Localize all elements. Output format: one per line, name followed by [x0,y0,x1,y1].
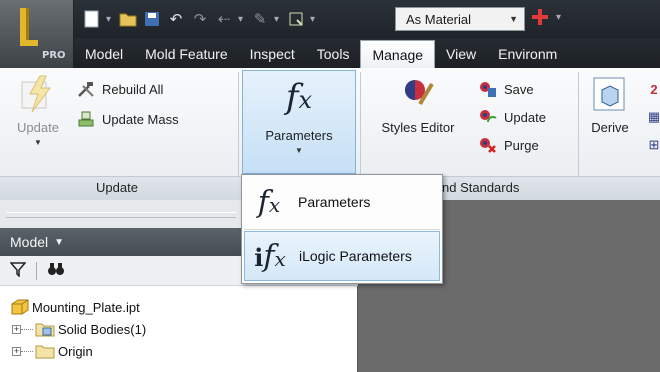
scale-icon [76,109,96,129]
partial-tool-2[interactable]: ▦ [644,106,660,128]
redo-icon[interactable]: ↷ [190,9,210,29]
styles-purge-icon [478,135,498,155]
styles-panel-label: nd Standards [442,180,520,195]
tree-item-label: Mounting_Plate.ipt [32,299,140,315]
styles-save-button[interactable]: Save [478,78,534,100]
folder-icon [35,345,55,359]
quick-access-toolbar: ▾ ↶ ↷ ⇠ ▾ ✎ ▾ ▾ As Material ▼ ▾ [0,0,660,38]
rebuild-all-label: Rebuild All [102,81,164,97]
menu-item-parameters[interactable]: fx Parameters [244,177,440,227]
tree-item-label: Solid Bodies(1) [58,321,147,337]
chevron-down-icon: ▼ [54,236,65,248]
quick-access-icons: ▾ ↶ ↷ ⇠ ▾ ✎ ▾ ▾ [82,6,318,32]
model-tree: Mounting_Plate.ipt + Solid Bodies(1) + O… [0,286,358,372]
browser-title: Model [10,234,49,250]
binoculars-icon[interactable] [47,261,65,280]
tab-tools[interactable]: Tools [306,40,361,68]
derive-icon [593,77,625,111]
tab-environments[interactable]: Environm [487,40,568,68]
parameters-label: Parameters [265,128,333,143]
parameters-dropdown-menu: fx Parameters ifx iLogic Parameters [241,174,443,284]
update-mass-label: Update Mass [102,111,179,127]
ilogic-fx-icon: ifx [254,238,286,274]
expand-icon[interactable]: + [12,324,21,334]
styles-purge-button[interactable]: Purge [478,134,539,156]
derive-button[interactable]: Derive [582,74,638,136]
styles-update-button[interactable]: Update [478,106,546,128]
material-dropdown[interactable]: As Material ▼ [395,7,525,31]
tree-item-label: Origin [58,343,93,359]
part-icon [11,299,29,315]
tab-view[interactable]: View [435,40,487,68]
menu-item-label: iLogic Parameters [299,248,412,264]
chevron-down-icon[interactable]: ▾ [238,10,246,28]
return-icon[interactable]: ⇠ [214,9,234,29]
partial-tool-3[interactable]: ⊞ [644,134,660,156]
select-filter-icon[interactable] [286,9,306,29]
partial-table-icon: ▦ [647,109,660,124]
styles-update-label: Update [504,109,546,125]
tree-root-item[interactable]: Mounting_Plate.ipt [0,296,357,318]
filter-icon[interactable] [9,261,27,280]
toolbar-divider [36,261,37,280]
chevron-down-icon: ▼ [509,14,518,24]
ribbon-tab-row: Model Mold Feature Inspect Tools Manage … [74,38,660,68]
tab-inspect[interactable]: Inspect [239,40,306,68]
hammer-wrench-icon [76,79,96,99]
partial-tool-1[interactable]: 2 [644,78,660,100]
chevron-down-icon[interactable]: ▾ [556,8,564,26]
fx-icon: fx [285,77,313,117]
styles-save-icon [478,79,498,99]
expand-icon[interactable]: + [12,346,21,356]
undo-icon[interactable]: ↶ [166,9,186,29]
derive-label: Derive [591,120,629,135]
tree-item-origin[interactable]: + Origin [0,340,357,362]
styles-save-label: Save [504,81,534,97]
chevron-down-icon[interactable]: ▾ [106,10,114,28]
parameters-button[interactable]: fx Parameters ▼ [242,70,356,174]
grip-handle[interactable] [6,212,236,218]
update-button[interactable]: Update ▼ [10,74,66,147]
lightning-icon [21,75,51,113]
tree-item-solid-bodies[interactable]: + Solid Bodies(1) [0,318,357,340]
solid-bodies-folder-icon [35,323,55,337]
inventor-logo-icon [20,8,38,46]
tab-manage[interactable]: Manage [360,40,436,68]
styles-editor-button[interactable]: Styles Editor [368,74,468,136]
application-menu-button[interactable]: PRO [0,0,74,68]
new-file-icon[interactable] [82,9,102,29]
styles-editor-icon [405,80,434,106]
edition-badge: PRO [42,50,66,61]
tree-connector [21,328,33,330]
menu-item-label: Parameters [298,194,371,210]
chevron-down-icon[interactable]: ▾ [310,10,318,28]
tree-connector [21,350,33,352]
update-mass-button[interactable]: Update Mass [76,108,179,130]
fx-icon: fx [257,184,281,220]
styles-purge-label: Purge [504,137,539,153]
chevron-down-icon: ▼ [295,146,303,155]
chevron-down-icon[interactable]: ▾ [274,10,282,28]
rebuild-all-button[interactable]: Rebuild All [76,78,163,100]
tab-mold-feature[interactable]: Mold Feature [134,40,238,68]
save-icon[interactable] [142,9,162,29]
menu-divider [244,229,440,230]
qat-right-tools: ▾ [530,7,564,27]
tab-model[interactable]: Model [74,40,134,68]
sketch-icon[interactable]: ✎ [250,9,270,29]
styles-update-icon [478,107,498,127]
partial-red-icon: 2 [650,81,658,97]
update-panel-label: Update [96,180,138,195]
update-label: Update [17,120,59,135]
menu-item-ilogic-parameters[interactable]: ifx iLogic Parameters [244,231,440,281]
material-value: As Material [406,11,472,27]
styles-editor-label: Styles Editor [381,120,455,135]
color-override-icon[interactable] [530,7,550,27]
partial-tree-icon: ⊞ [648,137,660,152]
chevron-down-icon: ▼ [34,138,42,147]
open-folder-icon[interactable] [118,9,138,29]
